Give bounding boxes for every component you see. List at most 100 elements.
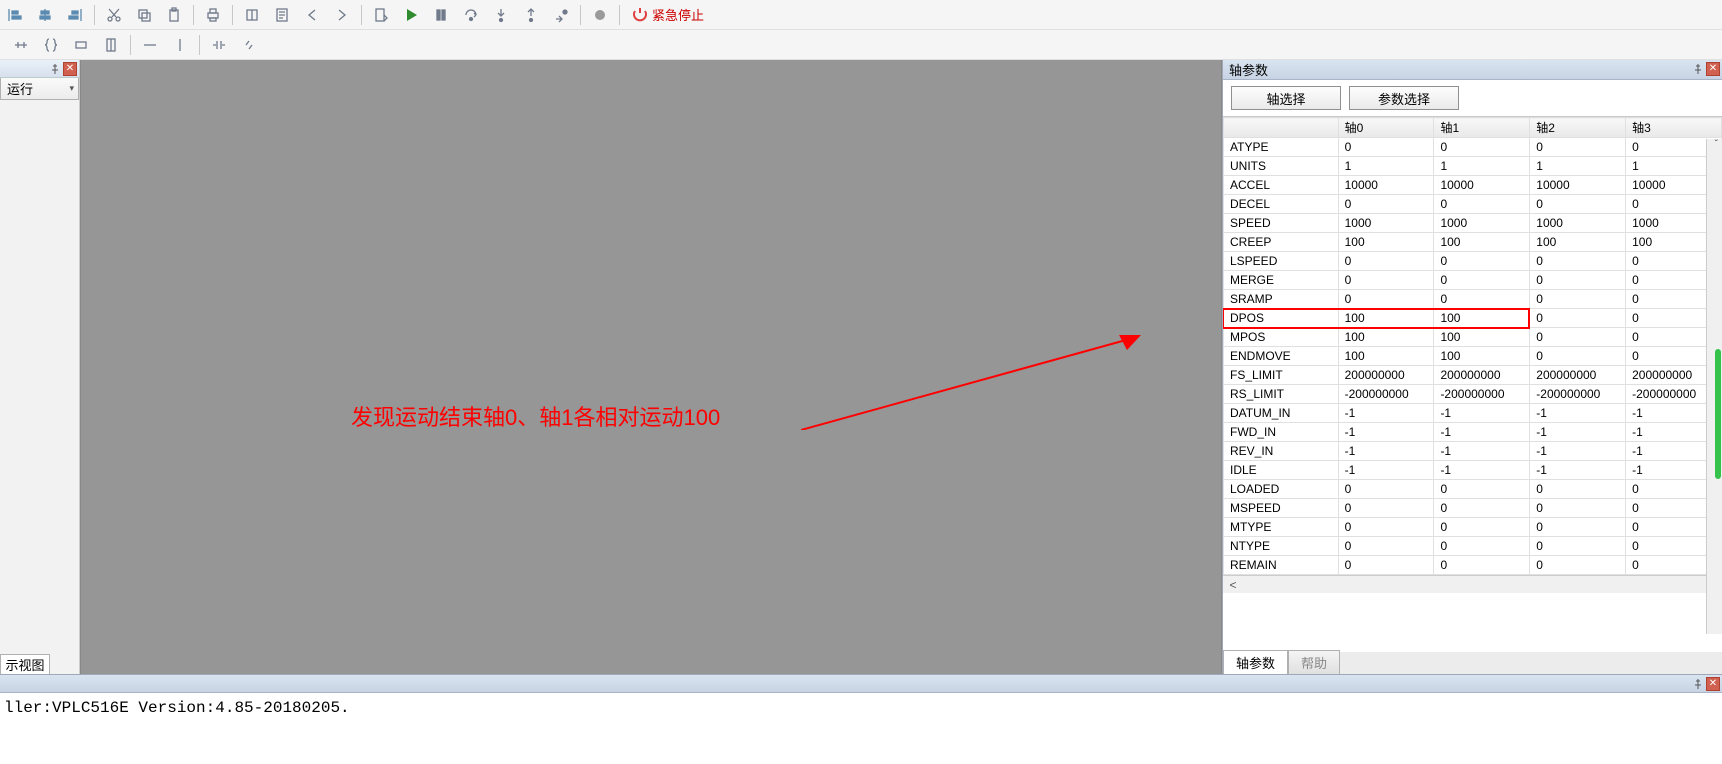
param-value-cell[interactable]: 100	[1338, 233, 1434, 252]
scroll-thumb[interactable]	[1715, 349, 1721, 479]
emergency-stop-button[interactable]: 紧急停止	[624, 5, 712, 24]
cut-icon[interactable]	[99, 2, 129, 28]
param-value-cell[interactable]: 100	[1434, 309, 1530, 328]
param-value-cell[interactable]: 100	[1530, 233, 1626, 252]
contact-icon[interactable]	[204, 32, 234, 58]
close-icon[interactable]: ✕	[1706, 62, 1720, 76]
param-value-cell[interactable]: 100	[1434, 347, 1530, 366]
param-value-cell[interactable]: -1	[1530, 423, 1626, 442]
horizontal-scrollbar[interactable]: < >	[1223, 575, 1722, 593]
compile-icon[interactable]	[366, 2, 396, 28]
col-axis0[interactable]: 轴0	[1338, 118, 1434, 138]
param-value-cell[interactable]: 0	[1530, 290, 1626, 309]
param-value-cell[interactable]: 0	[1338, 499, 1434, 518]
pin-icon[interactable]	[1692, 678, 1704, 690]
param-value-cell[interactable]: 0	[1530, 537, 1626, 556]
param-value-cell[interactable]: 0	[1338, 195, 1434, 214]
pin-icon[interactable]	[49, 63, 61, 75]
param-value-cell[interactable]: 0	[1434, 556, 1530, 575]
param-value-cell[interactable]: 0	[1434, 138, 1530, 157]
param-value-cell[interactable]: 1	[1338, 157, 1434, 176]
book-icon[interactable]	[237, 2, 267, 28]
param-value-cell[interactable]: 10000	[1434, 176, 1530, 195]
param-value-cell[interactable]: 0	[1338, 252, 1434, 271]
param-value-cell[interactable]: 0	[1434, 195, 1530, 214]
param-value-cell[interactable]: 0	[1530, 138, 1626, 157]
param-value-cell[interactable]: 0	[1434, 537, 1530, 556]
param-value-cell[interactable]: 0	[1434, 499, 1530, 518]
close-icon[interactable]: ✕	[63, 62, 77, 76]
param-value-cell[interactable]: 0	[1434, 290, 1530, 309]
pin-icon[interactable]	[1692, 63, 1704, 75]
line-v-icon[interactable]	[165, 32, 195, 58]
rect-icon[interactable]	[66, 32, 96, 58]
param-value-cell[interactable]: -1	[1338, 423, 1434, 442]
step-over-icon[interactable]	[456, 2, 486, 28]
scroll-up-icon[interactable]: ˇ	[1715, 139, 1718, 150]
param-value-cell[interactable]: 0	[1530, 347, 1626, 366]
param-value-cell[interactable]: -1	[1338, 461, 1434, 480]
param-value-cell[interactable]: 0	[1338, 138, 1434, 157]
param-value-cell[interactable]: 0	[1338, 537, 1434, 556]
param-value-cell[interactable]: 200000000	[1530, 366, 1626, 385]
param-value-cell[interactable]: 0	[1434, 480, 1530, 499]
param-value-cell[interactable]: -1	[1434, 461, 1530, 480]
param-value-cell[interactable]: 1000	[1338, 214, 1434, 233]
param-value-cell[interactable]: -200000000	[1434, 385, 1530, 404]
param-value-cell[interactable]: -1	[1434, 423, 1530, 442]
col-axis2[interactable]: 轴2	[1530, 118, 1626, 138]
param-value-cell[interactable]: 200000000	[1434, 366, 1530, 385]
param-value-cell[interactable]: 100	[1434, 328, 1530, 347]
left-bottom-tab[interactable]: 示视图	[0, 654, 50, 674]
param-value-cell[interactable]: 0	[1530, 252, 1626, 271]
param-value-cell[interactable]: 100	[1338, 347, 1434, 366]
left-tab-run[interactable]: 运行 ▾	[0, 78, 79, 100]
select-axis-button[interactable]: 轴选择	[1231, 86, 1341, 110]
vertical-scrollbar[interactable]: ˇ	[1706, 139, 1722, 634]
param-value-cell[interactable]: -200000000	[1530, 385, 1626, 404]
param-value-cell[interactable]: 0	[1530, 556, 1626, 575]
pause-icon[interactable]	[426, 2, 456, 28]
param-value-cell[interactable]: 0	[1530, 518, 1626, 537]
param-value-cell[interactable]: 1	[1434, 157, 1530, 176]
param-value-cell[interactable]: 0	[1434, 271, 1530, 290]
param-value-cell[interactable]: -1	[1434, 442, 1530, 461]
param-value-cell[interactable]: 1000	[1530, 214, 1626, 233]
param-value-cell[interactable]: 0	[1530, 328, 1626, 347]
param-value-cell[interactable]: 0	[1530, 309, 1626, 328]
stop-icon[interactable]	[585, 2, 615, 28]
param-value-cell[interactable]: 1	[1530, 157, 1626, 176]
line-h-icon[interactable]	[135, 32, 165, 58]
tool-align-left-icon[interactable]	[0, 2, 30, 28]
param-value-cell[interactable]: 0	[1530, 480, 1626, 499]
param-value-cell[interactable]: 0	[1338, 518, 1434, 537]
align-h-icon[interactable]	[6, 32, 36, 58]
copy-icon[interactable]	[129, 2, 159, 28]
param-value-cell[interactable]: -1	[1338, 404, 1434, 423]
step-out-icon[interactable]	[516, 2, 546, 28]
param-value-cell[interactable]: 0	[1530, 499, 1626, 518]
param-value-cell[interactable]: 0	[1434, 518, 1530, 537]
param-value-cell[interactable]: 100	[1434, 233, 1530, 252]
param-value-cell[interactable]: -1	[1338, 442, 1434, 461]
param-value-cell[interactable]: 0	[1338, 556, 1434, 575]
col-axis1[interactable]: 轴1	[1434, 118, 1530, 138]
param-value-cell[interactable]: 0	[1338, 480, 1434, 499]
param-value-cell[interactable]: -200000000	[1338, 385, 1434, 404]
paste-icon[interactable]	[159, 2, 189, 28]
param-value-cell[interactable]: 0	[1338, 271, 1434, 290]
param-value-cell[interactable]: 1000	[1434, 214, 1530, 233]
close-icon[interactable]: ✕	[1706, 677, 1720, 691]
param-value-cell[interactable]: 0	[1338, 290, 1434, 309]
param-value-cell[interactable]: 100	[1338, 309, 1434, 328]
tab-axis-params[interactable]: 轴参数	[1223, 650, 1288, 674]
tool-align-center-icon[interactable]	[30, 2, 60, 28]
param-value-cell[interactable]: -1	[1530, 404, 1626, 423]
log-icon[interactable]	[267, 2, 297, 28]
tool-align-right-icon[interactable]	[60, 2, 90, 28]
braces-icon[interactable]	[36, 32, 66, 58]
param-value-cell[interactable]: 0	[1530, 271, 1626, 290]
arrow-left-icon[interactable]	[297, 2, 327, 28]
step-into-icon[interactable]	[486, 2, 516, 28]
select-param-button[interactable]: 参数选择	[1349, 86, 1459, 110]
